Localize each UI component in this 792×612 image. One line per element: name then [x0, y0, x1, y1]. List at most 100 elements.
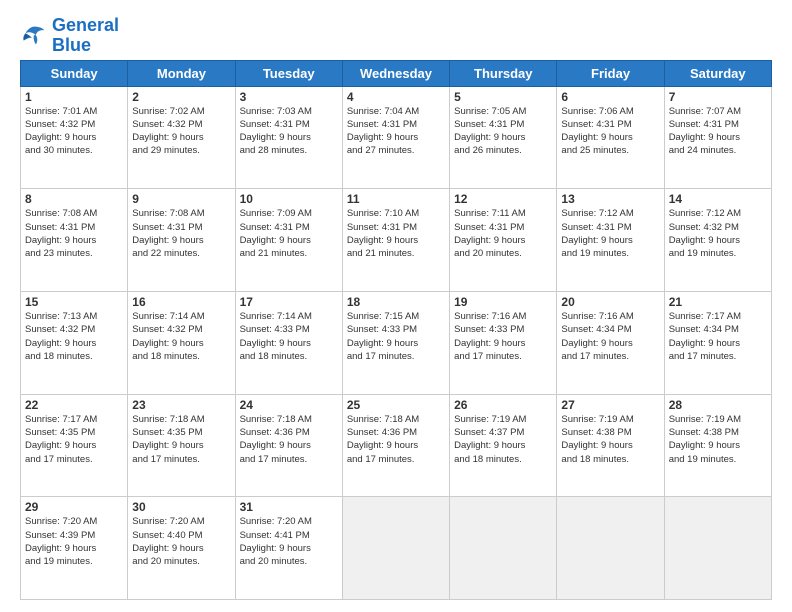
- day-number: 16: [132, 295, 230, 309]
- day-info: Sunrise: 7:16 AM Sunset: 4:34 PM Dayligh…: [561, 310, 659, 363]
- weekday-header-thursday: Thursday: [450, 60, 557, 86]
- day-number: 15: [25, 295, 123, 309]
- day-info: Sunrise: 7:18 AM Sunset: 4:35 PM Dayligh…: [132, 413, 230, 466]
- day-info: Sunrise: 7:15 AM Sunset: 4:33 PM Dayligh…: [347, 310, 445, 363]
- day-info: Sunrise: 7:04 AM Sunset: 4:31 PM Dayligh…: [347, 105, 445, 158]
- day-info: Sunrise: 7:07 AM Sunset: 4:31 PM Dayligh…: [669, 105, 767, 158]
- day-info: Sunrise: 7:02 AM Sunset: 4:32 PM Dayligh…: [132, 105, 230, 158]
- day-info: Sunrise: 7:19 AM Sunset: 4:38 PM Dayligh…: [669, 413, 767, 466]
- day-info: Sunrise: 7:03 AM Sunset: 4:31 PM Dayligh…: [240, 105, 338, 158]
- calendar-cell: 21Sunrise: 7:17 AM Sunset: 4:34 PM Dayli…: [664, 291, 771, 394]
- day-info: Sunrise: 7:08 AM Sunset: 4:31 PM Dayligh…: [25, 207, 123, 260]
- calendar-cell: 30Sunrise: 7:20 AM Sunset: 4:40 PM Dayli…: [128, 497, 235, 600]
- calendar-cell: 12Sunrise: 7:11 AM Sunset: 4:31 PM Dayli…: [450, 189, 557, 292]
- weekday-header-friday: Friday: [557, 60, 664, 86]
- day-info: Sunrise: 7:10 AM Sunset: 4:31 PM Dayligh…: [347, 207, 445, 260]
- calendar-cell: 18Sunrise: 7:15 AM Sunset: 4:33 PM Dayli…: [342, 291, 449, 394]
- day-number: 18: [347, 295, 445, 309]
- day-info: Sunrise: 7:20 AM Sunset: 4:41 PM Dayligh…: [240, 515, 338, 568]
- day-number: 22: [25, 398, 123, 412]
- day-number: 14: [669, 192, 767, 206]
- calendar-cell: 20Sunrise: 7:16 AM Sunset: 4:34 PM Dayli…: [557, 291, 664, 394]
- calendar-cell: 11Sunrise: 7:10 AM Sunset: 4:31 PM Dayli…: [342, 189, 449, 292]
- calendar-cell: 17Sunrise: 7:14 AM Sunset: 4:33 PM Dayli…: [235, 291, 342, 394]
- day-info: Sunrise: 7:17 AM Sunset: 4:34 PM Dayligh…: [669, 310, 767, 363]
- day-number: 10: [240, 192, 338, 206]
- calendar-cell: 26Sunrise: 7:19 AM Sunset: 4:37 PM Dayli…: [450, 394, 557, 497]
- calendar-cell: 19Sunrise: 7:16 AM Sunset: 4:33 PM Dayli…: [450, 291, 557, 394]
- day-number: 2: [132, 90, 230, 104]
- day-info: Sunrise: 7:11 AM Sunset: 4:31 PM Dayligh…: [454, 207, 552, 260]
- day-number: 28: [669, 398, 767, 412]
- day-number: 20: [561, 295, 659, 309]
- day-number: 5: [454, 90, 552, 104]
- day-info: Sunrise: 7:06 AM Sunset: 4:31 PM Dayligh…: [561, 105, 659, 158]
- day-info: Sunrise: 7:05 AM Sunset: 4:31 PM Dayligh…: [454, 105, 552, 158]
- logo-text: General Blue: [52, 16, 119, 56]
- calendar-cell: 9Sunrise: 7:08 AM Sunset: 4:31 PM Daylig…: [128, 189, 235, 292]
- calendar-cell: 3Sunrise: 7:03 AM Sunset: 4:31 PM Daylig…: [235, 86, 342, 189]
- calendar-cell: 29Sunrise: 7:20 AM Sunset: 4:39 PM Dayli…: [21, 497, 128, 600]
- calendar-cell: 31Sunrise: 7:20 AM Sunset: 4:41 PM Dayli…: [235, 497, 342, 600]
- day-number: 11: [347, 192, 445, 206]
- calendar-cell: 2Sunrise: 7:02 AM Sunset: 4:32 PM Daylig…: [128, 86, 235, 189]
- calendar-cell: 25Sunrise: 7:18 AM Sunset: 4:36 PM Dayli…: [342, 394, 449, 497]
- day-number: 29: [25, 500, 123, 514]
- day-info: Sunrise: 7:14 AM Sunset: 4:33 PM Dayligh…: [240, 310, 338, 363]
- day-number: 23: [132, 398, 230, 412]
- day-number: 19: [454, 295, 552, 309]
- day-info: Sunrise: 7:16 AM Sunset: 4:33 PM Dayligh…: [454, 310, 552, 363]
- day-info: Sunrise: 7:14 AM Sunset: 4:32 PM Dayligh…: [132, 310, 230, 363]
- calendar-cell: 14Sunrise: 7:12 AM Sunset: 4:32 PM Dayli…: [664, 189, 771, 292]
- weekday-header-wednesday: Wednesday: [342, 60, 449, 86]
- weekday-header-saturday: Saturday: [664, 60, 771, 86]
- day-number: 24: [240, 398, 338, 412]
- day-info: Sunrise: 7:01 AM Sunset: 4:32 PM Dayligh…: [25, 105, 123, 158]
- day-info: Sunrise: 7:20 AM Sunset: 4:39 PM Dayligh…: [25, 515, 123, 568]
- day-info: Sunrise: 7:12 AM Sunset: 4:32 PM Dayligh…: [669, 207, 767, 260]
- day-info: Sunrise: 7:09 AM Sunset: 4:31 PM Dayligh…: [240, 207, 338, 260]
- calendar-cell: [664, 497, 771, 600]
- calendar-cell: 22Sunrise: 7:17 AM Sunset: 4:35 PM Dayli…: [21, 394, 128, 497]
- day-number: 30: [132, 500, 230, 514]
- logo: General Blue: [20, 16, 119, 56]
- day-number: 26: [454, 398, 552, 412]
- day-number: 6: [561, 90, 659, 104]
- day-number: 12: [454, 192, 552, 206]
- day-number: 1: [25, 90, 123, 104]
- weekday-header-monday: Monday: [128, 60, 235, 86]
- calendar-cell: 16Sunrise: 7:14 AM Sunset: 4:32 PM Dayli…: [128, 291, 235, 394]
- calendar-cell: 27Sunrise: 7:19 AM Sunset: 4:38 PM Dayli…: [557, 394, 664, 497]
- day-info: Sunrise: 7:17 AM Sunset: 4:35 PM Dayligh…: [25, 413, 123, 466]
- calendar-cell: 1Sunrise: 7:01 AM Sunset: 4:32 PM Daylig…: [21, 86, 128, 189]
- day-info: Sunrise: 7:08 AM Sunset: 4:31 PM Dayligh…: [132, 207, 230, 260]
- calendar-cell: [450, 497, 557, 600]
- calendar-cell: 6Sunrise: 7:06 AM Sunset: 4:31 PM Daylig…: [557, 86, 664, 189]
- day-number: 7: [669, 90, 767, 104]
- calendar-cell: 28Sunrise: 7:19 AM Sunset: 4:38 PM Dayli…: [664, 394, 771, 497]
- weekday-header-sunday: Sunday: [21, 60, 128, 86]
- calendar-cell: 4Sunrise: 7:04 AM Sunset: 4:31 PM Daylig…: [342, 86, 449, 189]
- day-number: 4: [347, 90, 445, 104]
- weekday-header-tuesday: Tuesday: [235, 60, 342, 86]
- day-info: Sunrise: 7:18 AM Sunset: 4:36 PM Dayligh…: [347, 413, 445, 466]
- logo-icon: [20, 22, 48, 50]
- calendar-cell: 8Sunrise: 7:08 AM Sunset: 4:31 PM Daylig…: [21, 189, 128, 292]
- calendar-table: SundayMondayTuesdayWednesdayThursdayFrid…: [20, 60, 772, 600]
- calendar-cell: 10Sunrise: 7:09 AM Sunset: 4:31 PM Dayli…: [235, 189, 342, 292]
- day-number: 17: [240, 295, 338, 309]
- day-info: Sunrise: 7:19 AM Sunset: 4:38 PM Dayligh…: [561, 413, 659, 466]
- day-number: 13: [561, 192, 659, 206]
- day-number: 31: [240, 500, 338, 514]
- day-number: 25: [347, 398, 445, 412]
- calendar-cell: [557, 497, 664, 600]
- calendar-cell: 15Sunrise: 7:13 AM Sunset: 4:32 PM Dayli…: [21, 291, 128, 394]
- day-number: 21: [669, 295, 767, 309]
- day-info: Sunrise: 7:19 AM Sunset: 4:37 PM Dayligh…: [454, 413, 552, 466]
- day-number: 9: [132, 192, 230, 206]
- calendar-cell: 7Sunrise: 7:07 AM Sunset: 4:31 PM Daylig…: [664, 86, 771, 189]
- header: General Blue: [20, 16, 772, 56]
- day-info: Sunrise: 7:18 AM Sunset: 4:36 PM Dayligh…: [240, 413, 338, 466]
- calendar-cell: 23Sunrise: 7:18 AM Sunset: 4:35 PM Dayli…: [128, 394, 235, 497]
- day-number: 8: [25, 192, 123, 206]
